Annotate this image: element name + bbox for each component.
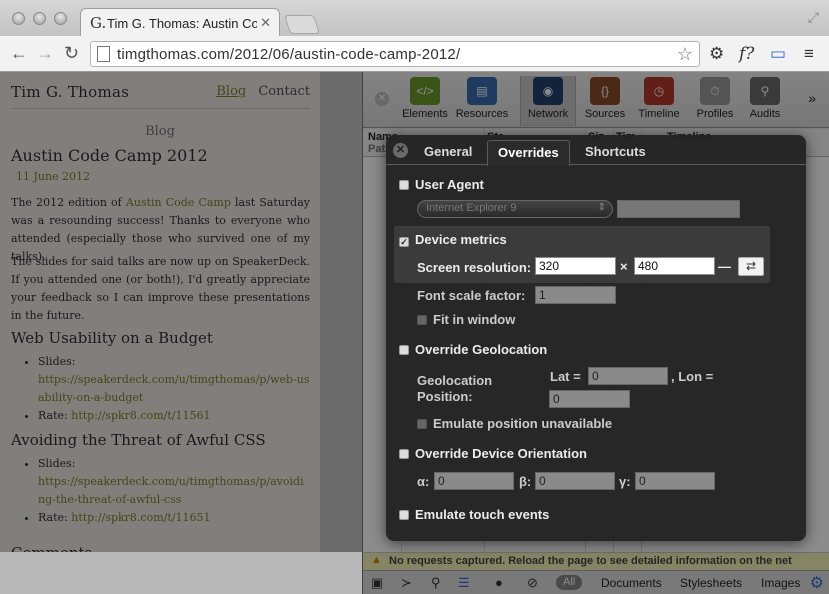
user-agent-select[interactable]: Internet Explorer 9 ⇕ [417,200,613,218]
browser-toolbar: ← → ↻ timgthomas.com/2012/06/austin-code… [0,36,829,72]
tab-strip: G. Tim G. Thomas: Austin Code Camp 2012 … [0,0,829,36]
user-agent-custom-input[interactable] [617,200,740,218]
position-unavailable-checkbox[interactable] [417,419,427,429]
touch-events-checkbox[interactable] [399,510,409,520]
font-extension-icon[interactable]: f? [739,44,754,64]
fit-in-window-row[interactable]: Fit in window [417,312,515,327]
fullscreen-icon[interactable]: ⤢ [808,9,819,26]
device-metrics-label: Device metrics [415,232,507,247]
device-metrics-checkbox[interactable]: ✓ [399,237,409,247]
latitude-input[interactable] [588,367,668,385]
geolocation-row[interactable]: Override Geolocation [399,342,547,357]
page-icon [97,46,110,62]
lat-label: Lat = [550,369,581,384]
settings-dialog: General Overrides Shortcuts ✕ User Agent… [386,135,806,541]
resolution-height-input[interactable] [634,257,715,275]
menu-icon[interactable]: ≡ [804,44,814,64]
geolocation-position-label-1: Geolocation [417,373,493,388]
device-extension-icon[interactable]: ▭ [770,44,786,64]
reload-icon[interactable]: ↻ [64,43,79,64]
gamma-label: γ: [619,474,631,489]
screen-resolution-label: Screen resolution: [417,260,532,275]
times-sign: × [620,259,628,274]
select-arrows-icon: ⇕ [597,202,606,213]
back-icon[interactable]: ← [10,43,28,64]
extension-icon[interactable]: ⚙ [709,44,724,64]
touch-events-row[interactable]: Emulate touch events [399,507,549,522]
zoom-window-button[interactable] [54,12,67,25]
orientation-checkbox[interactable] [399,449,409,459]
fit-in-window-checkbox[interactable] [417,315,427,325]
geolocation-position-label-2: Position: [417,389,473,404]
lon-label: , Lon = [671,369,714,384]
beta-label: β: [519,474,532,489]
url-text: timgthomas.com/2012/06/austin-code-camp-… [117,46,461,63]
geolocation-checkbox[interactable] [399,345,409,355]
swap-dimensions-button[interactable]: ⇄ [738,257,764,276]
alpha-label: α: [417,474,430,489]
beta-input[interactable] [535,472,615,490]
orientation-row[interactable]: Override Device Orientation [399,446,587,461]
dash: — [718,259,731,274]
touch-events-label: Emulate touch events [415,507,550,522]
longitude-input[interactable] [549,390,630,408]
address-bar[interactable]: timgthomas.com/2012/06/austin-code-camp-… [90,41,700,67]
close-settings-icon[interactable]: ✕ [393,143,408,158]
page-dim-overlay [0,72,362,552]
new-tab-button[interactable] [283,15,321,34]
geolocation-label: Override Geolocation [415,342,548,357]
favicon-icon: G. [90,14,107,32]
user-agent-row[interactable]: User Agent [399,177,484,192]
font-scale-label: Font scale factor: [417,288,526,303]
close-window-button[interactable] [12,12,25,25]
user-agent-select-value: Internet Explorer 9 [426,202,517,214]
forward-icon[interactable]: → [36,43,54,64]
browser-tab[interactable]: G. Tim G. Thomas: Austin Code Camp 2012 … [80,8,280,36]
minimize-window-button[interactable] [33,12,46,25]
bookmark-star-icon[interactable]: ☆ [677,44,693,65]
close-tab-icon[interactable]: ✕ [260,15,271,31]
fit-in-window-label: Fit in window [433,312,516,327]
font-scale-input[interactable] [535,286,616,304]
gamma-input[interactable] [635,472,715,490]
orientation-label: Override Device Orientation [415,446,587,461]
tab-overrides[interactable]: Overrides [487,140,570,166]
position-unavailable-row[interactable]: Emulate position unavailable [417,416,612,431]
alpha-input[interactable] [434,472,514,490]
user-agent-checkbox[interactable] [399,180,409,190]
tab-shortcuts[interactable]: Shortcuts [585,144,646,159]
tab-title: Tim G. Thomas: Austin Code Camp 2012 [107,16,257,31]
resolution-width-input[interactable] [535,257,616,275]
settings-tabs: General Overrides Shortcuts [386,135,806,166]
user-agent-label: User Agent [415,177,484,192]
tab-general[interactable]: General [424,144,472,159]
position-unavailable-label: Emulate position unavailable [433,416,613,431]
device-metrics-row[interactable]: ✓ Device metrics [399,232,507,247]
